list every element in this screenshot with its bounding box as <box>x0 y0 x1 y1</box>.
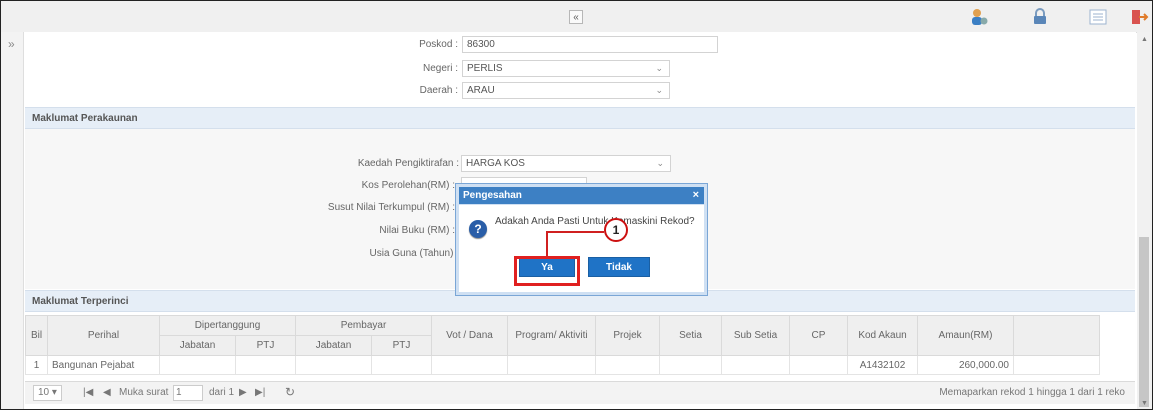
scroll-up-arrow[interactable]: ▲ <box>1141 36 1148 43</box>
no-button[interactable]: Tidak <box>588 257 650 277</box>
callout-highlight <box>514 256 580 286</box>
section-title: Maklumat Perakaunan <box>32 113 138 124</box>
collapse-header-button[interactable]: « <box>569 10 583 24</box>
chevron-down-icon: ⌄ <box>655 63 663 73</box>
scroll-down-arrow[interactable]: ▼ <box>1141 400 1148 407</box>
kaedah-label: Kaedah Pengiktirafan : <box>357 158 459 169</box>
question-icon: ? <box>469 220 487 238</box>
cell-empty <box>721 355 790 375</box>
cell-empty <box>789 355 848 375</box>
negeri-value: PERLIS <box>467 63 503 74</box>
col-dipertanggung-ptj[interactable]: PTJ <box>235 335 296 356</box>
poskod-label: Poskod : <box>419 39 458 50</box>
lock-icon[interactable] <box>1030 7 1050 27</box>
callout-number: 1 <box>604 218 628 242</box>
col-perihal[interactable]: Perihal <box>47 315 160 356</box>
expand-sidebar-icon[interactable]: » <box>8 37 15 51</box>
col-cp[interactable]: CP <box>789 315 848 356</box>
record-summary: Memaparkan rekod 1 hingga 1 dari 1 reko <box>939 387 1125 398</box>
col-dipertanggung-jabatan[interactable]: Jabatan <box>159 335 236 356</box>
col-filler <box>1013 315 1100 356</box>
dialog-titlebar[interactable]: Pengesahan × <box>459 187 704 204</box>
cell-empty <box>371 355 432 375</box>
close-icon[interactable]: × <box>693 189 699 201</box>
next-page-icon[interactable]: ▶ <box>239 387 247 398</box>
user-settings-icon[interactable] <box>969 7 989 27</box>
cell-empty <box>431 355 508 375</box>
cell-empty <box>507 355 596 375</box>
col-program[interactable]: Program/ Aktiviti <box>507 315 596 356</box>
scrollbar-thumb[interactable] <box>1139 237 1149 407</box>
table-row[interactable]: 1 Bangunan Pejabat A1432102 260,000.00 <box>25 355 1100 375</box>
refresh-icon[interactable]: ↻ <box>285 385 295 399</box>
prev-page-icon[interactable]: ◀ <box>103 387 111 398</box>
col-subsetia[interactable]: Sub Setia <box>721 315 790 356</box>
logout-icon[interactable] <box>1129 7 1149 27</box>
section-header-perakaunan: Maklumat Perakaunan <box>25 107 1135 129</box>
col-pembayar: Pembayar <box>295 315 432 336</box>
page-size-value: 10 <box>38 387 50 398</box>
chevron-down-icon: ⌄ <box>655 85 663 95</box>
cell-empty <box>1013 355 1100 375</box>
page-size-select[interactable]: 10 ▾ <box>33 385 62 401</box>
last-page-icon[interactable]: ▶| <box>255 387 265 398</box>
dialog-title: Pengesahan <box>463 190 522 201</box>
col-pembayar-ptj[interactable]: PTJ <box>371 335 432 356</box>
col-projek[interactable]: Projek <box>595 315 660 356</box>
section-title: Maklumat Terperinci <box>32 296 129 307</box>
muka-surat-label: Muka surat <box>119 387 169 398</box>
usia-guna-label: Usia Guna (Tahun) : <box>369 248 460 259</box>
daerah-select[interactable]: ARAU ⌄ <box>462 82 670 99</box>
col-setia[interactable]: Setia <box>659 315 722 356</box>
col-amaun[interactable]: Amaun(RM) <box>917 315 1014 356</box>
cell-kodakaun: A1432102 <box>847 355 918 375</box>
negeri-select[interactable]: PERLIS ⌄ <box>462 60 670 77</box>
poskod-field[interactable]: 86300 <box>462 36 718 53</box>
sidebar-toggle-strip[interactable]: » <box>1 32 24 409</box>
susut-label: Susut Nilai Terkumpul (RM) : <box>327 202 455 213</box>
kos-label: Kos Perolehan(RM) : <box>361 180 455 191</box>
daerah-label: Daerah : <box>419 85 458 96</box>
negeri-label: Negeri : <box>422 63 458 74</box>
chevron-down-icon: ⌄ <box>656 158 664 168</box>
cell-empty <box>235 355 296 375</box>
col-dipertanggung: Dipertanggung <box>159 315 296 336</box>
dari-label: dari 1 <box>209 387 235 398</box>
detail-table: Bil Perihal Dipertanggung Pembayar Vot /… <box>25 315 1100 375</box>
col-bil[interactable]: Bil <box>25 315 48 356</box>
cell-bil: 1 <box>25 355 48 375</box>
col-kodakaun[interactable]: Kod Akaun <box>847 315 918 356</box>
confirm-dialog: Pengesahan × ? Adakah Anda Pasti Untuk K… <box>455 183 708 296</box>
cell-perihal: Bangunan Pejabat <box>47 355 160 375</box>
pager-bar: 10 ▾ |◀ ◀ Muka surat 1 dari 1 ▶ ▶| ↻ Mem… <box>25 381 1135 404</box>
kaedah-select[interactable]: HARGA KOS ⌄ <box>461 155 671 172</box>
col-pembayar-jabatan[interactable]: Jabatan <box>295 335 372 356</box>
page-number-input[interactable]: 1 <box>173 385 203 401</box>
list-view-icon[interactable] <box>1088 7 1108 27</box>
first-page-icon[interactable]: |◀ <box>83 387 93 398</box>
nilai-buku-label: Nilai Buku (RM) : <box>379 225 455 236</box>
cell-empty <box>295 355 372 375</box>
kaedah-value: HARGA KOS <box>466 158 525 169</box>
poskod-value: 86300 <box>467 39 495 50</box>
cell-empty <box>659 355 722 375</box>
daerah-value: ARAU <box>467 85 495 96</box>
dialog-body: ? Adakah Anda Pasti Untuk Kemaskini Reko… <box>459 205 704 292</box>
cell-amaun: 260,000.00 <box>917 355 1014 375</box>
col-vot[interactable]: Vot / Dana <box>431 315 508 356</box>
top-toolbar: « <box>1 1 1152 33</box>
vertical-scrollbar[interactable]: ▲ ▼ <box>1137 32 1152 409</box>
cell-empty <box>595 355 660 375</box>
cell-empty <box>159 355 236 375</box>
dialog-message: Adakah Anda Pasti Untuk Kemaskini Rekod? <box>495 216 695 227</box>
